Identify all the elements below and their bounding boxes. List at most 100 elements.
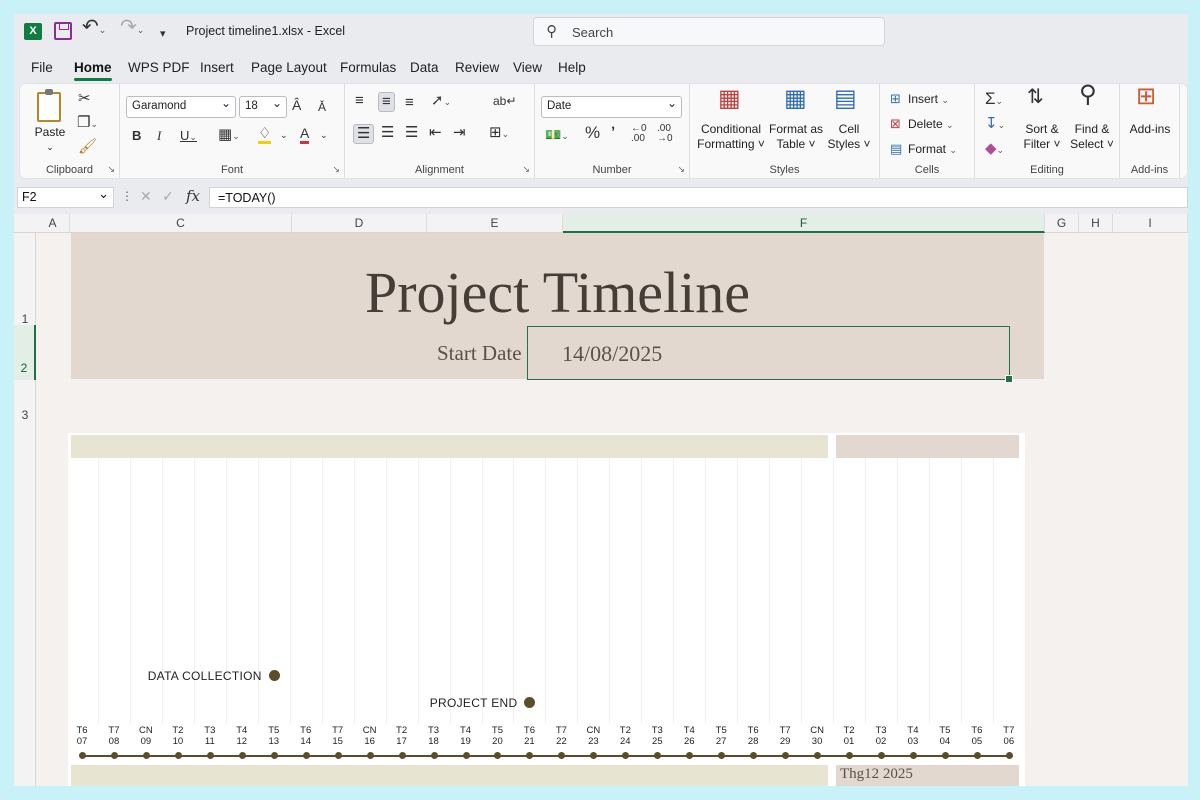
formula-input[interactable]: =TODAY() (209, 187, 1188, 208)
font-color-dropdown-icon[interactable]: ⌄ (320, 126, 328, 144)
clipboard-launcher-icon[interactable]: ↘ (107, 164, 115, 175)
milestone-marker[interactable] (524, 697, 536, 708)
timeline-chart[interactable]: Thg12 2025 T6 07 T7 08 CN 09 T2 10 T3 11 T4 12 T5 13 T… (68, 433, 1026, 786)
merge-center-icon[interactable]: ⊞⌄ (489, 124, 509, 143)
bold-icon[interactable]: B (132, 127, 141, 145)
fill-color-dropdown-icon[interactable]: ⌄ (280, 126, 288, 144)
number-format-select[interactable]: Date (541, 96, 682, 118)
delete-cells-icon[interactable]: ⊠ (890, 115, 901, 133)
conditional-formatting-icon[interactable]: ▦ (718, 87, 741, 111)
align-bottom-icon[interactable]: ≡ (405, 94, 414, 112)
underline-icon[interactable]: U⌄ (180, 127, 197, 146)
column-header-e[interactable]: E (427, 214, 563, 233)
name-box[interactable]: F2 (17, 186, 114, 208)
percent-style-icon[interactable]: % (585, 124, 600, 142)
autosum-icon[interactable]: Σ⌄ (985, 90, 1003, 110)
milestone-label[interactable]: PROJECT END (430, 696, 518, 710)
paste-icon[interactable] (37, 89, 61, 122)
tab-data[interactable]: Data (410, 60, 439, 75)
format-as-table-icon[interactable]: ▦ (784, 87, 807, 111)
increase-decimal-icon[interactable]: ←0.00 (631, 124, 647, 144)
insert-cells-button[interactable]: Insert ⌄ (908, 92, 949, 108)
find-select-icon[interactable]: ⚲ (1079, 84, 1097, 107)
font-color-icon[interactable]: A (300, 126, 310, 144)
align-top-icon[interactable]: ≡ (355, 92, 364, 110)
conditional-formatting-button[interactable]: Conditional Formatting ˅ (696, 122, 766, 152)
increase-indent-icon[interactable]: ⇥ (453, 124, 466, 142)
fill-icon[interactable]: ↧⌄ (985, 115, 1005, 134)
align-left-icon[interactable]: ☰ (353, 124, 375, 144)
milestone-label[interactable]: DATA COLLECTION (148, 669, 262, 683)
timeline-gridline (225, 458, 227, 723)
tab-file[interactable]: File (31, 60, 53, 75)
cancel-icon[interactable]: ✕ (140, 188, 152, 205)
column-header-h[interactable]: H (1079, 214, 1113, 233)
italic-icon[interactable]: I (157, 127, 161, 145)
row-header-1[interactable]: 1 (14, 233, 36, 326)
align-center-icon[interactable]: ☰ (381, 124, 394, 142)
save-icon[interactable] (54, 22, 72, 40)
add-ins-button[interactable]: Add-ins (1122, 122, 1178, 137)
accounting-format-icon[interactable]: 💵⌄ (545, 126, 569, 145)
tab-page-layout[interactable]: Page Layout (251, 60, 327, 75)
tab-insert[interactable]: Insert (200, 60, 234, 75)
paste-button[interactable]: Paste (30, 125, 70, 140)
clear-icon[interactable]: ◆⌄ (985, 140, 1004, 159)
increase-font-icon[interactable]: Â (292, 96, 301, 114)
cell-styles-button[interactable]: Cell Styles ˅ (824, 122, 874, 152)
tab-view[interactable]: View (513, 60, 542, 75)
customize-quick-access-icon[interactable]: ▾ (160, 25, 166, 43)
find-select-button[interactable]: Find & Select ˅ (1067, 122, 1117, 152)
formula-bar-grip-icon[interactable]: ⋮ (121, 189, 133, 203)
format-cells-icon[interactable]: ▤ (890, 140, 902, 158)
fill-color-icon[interactable]: ♢ (258, 126, 272, 144)
tab-home[interactable]: Home (74, 60, 112, 81)
paste-dropdown-icon[interactable]: ⌄ (30, 140, 70, 155)
add-ins-icon[interactable]: ⊞ (1136, 85, 1156, 109)
decrease-indent-icon[interactable]: ⇤ (429, 124, 442, 142)
column-header-i[interactable]: I (1113, 214, 1188, 233)
enter-icon[interactable]: ✓ (162, 188, 174, 205)
undo-icon[interactable]: ↶⌄ (82, 17, 106, 39)
row-header-3[interactable]: 3 (14, 380, 36, 430)
font-size-select[interactable]: 18 (239, 96, 287, 118)
insert-cells-icon[interactable]: ⊞ (890, 90, 901, 108)
column-header-a[interactable]: A (36, 214, 70, 233)
alignment-launcher-icon[interactable]: ↘ (522, 164, 530, 175)
align-right-icon[interactable]: ☰ (405, 124, 418, 142)
font-launcher-icon[interactable]: ↘ (332, 164, 340, 175)
comma-style-icon[interactable]: ʼ (611, 124, 615, 142)
tab-wps-pdf[interactable]: WPS PDF (128, 60, 190, 75)
tab-formulas[interactable]: Formulas (340, 60, 396, 75)
tab-help[interactable]: Help (558, 60, 586, 75)
column-header-d[interactable]: D (292, 214, 427, 233)
decrease-font-icon[interactable]: Ǎ (318, 98, 326, 116)
column-header-g[interactable]: G (1045, 214, 1079, 233)
orientation-icon[interactable]: ➚⌄ (431, 92, 451, 111)
wrap-text-icon[interactable]: ab↵ (493, 92, 516, 110)
sort-filter-button[interactable]: Sort & Filter ˅ (1017, 122, 1067, 152)
cut-icon[interactable]: ✂ (78, 90, 91, 108)
milestone-marker[interactable] (268, 670, 280, 681)
align-middle-icon[interactable]: ≡ (378, 92, 395, 112)
row-header-2[interactable]: 2 (14, 325, 36, 380)
number-launcher-icon[interactable]: ↘ (677, 164, 685, 175)
redo-icon[interactable]: ↷⌄ (120, 17, 144, 39)
copy-icon[interactable]: ❐⌄ (77, 114, 98, 133)
format-cells-button[interactable]: Format ⌄ (908, 142, 957, 158)
tab-review[interactable]: Review (455, 60, 499, 75)
sort-filter-icon[interactable]: ⇅ (1027, 87, 1044, 107)
delete-cells-button[interactable]: Delete ⌄ (908, 117, 954, 133)
format-painter-icon[interactable]: 🖌 (78, 138, 97, 156)
borders-icon[interactable]: ▦⌄ (218, 126, 240, 145)
insert-function-icon[interactable]: fx (186, 187, 200, 205)
cell-styles-icon[interactable]: ▤ (834, 87, 857, 111)
start-date-cell[interactable]: 14/08/2025 (527, 326, 1013, 383)
sheet-grid[interactable]: Project Timeline Start Date 14/08/2025 T… (36, 233, 1188, 786)
search-box[interactable]: ⚲ Search (533, 17, 885, 46)
font-family-select[interactable]: Garamond (126, 96, 236, 118)
column-header-c[interactable]: C (70, 214, 292, 233)
format-as-table-button[interactable]: Format as Table ˅ (768, 122, 824, 152)
column-header-f[interactable]: F (563, 214, 1045, 233)
decrease-decimal-icon[interactable]: .00 →0 (657, 124, 673, 144)
